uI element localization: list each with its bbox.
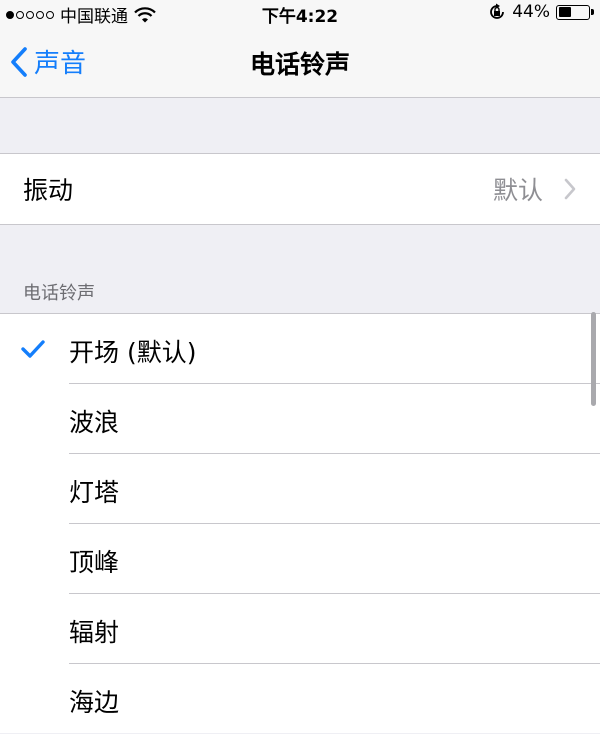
status-left: 中国联通 (6, 2, 156, 27)
signal-dot (46, 10, 54, 19)
signal-dot (26, 10, 34, 19)
page-title: 电话铃声 (249, 50, 350, 79)
carrier-name: 中国联通 (60, 7, 128, 27)
ringtone-name: 波浪 (69, 408, 120, 437)
navigation-bar: 声音 电话铃声 (0, 26, 600, 98)
signal-dot (16, 10, 24, 19)
list-item[interactable]: 辐射 (0, 594, 600, 664)
ringtones-section-header: 电话铃声 (23, 283, 95, 304)
ringtone-list: 开场 (默认) 波浪 灯塔 顶峰 辐射 海边 (0, 313, 600, 733)
vibration-value: 默认 (492, 176, 543, 205)
battery-level (558, 7, 571, 17)
signal-dot (36, 10, 44, 19)
chevron-right-icon (564, 178, 576, 200)
rotation-lock-icon (490, 3, 505, 19)
list-item[interactable]: 开场 (默认) (0, 314, 600, 384)
list-item[interactable]: 波浪 (0, 384, 600, 454)
signal-strength-icon (6, 10, 54, 19)
list-item[interactable]: 顶峰 (0, 524, 600, 594)
ringtone-name: 顶峰 (69, 548, 120, 577)
battery-icon (556, 4, 594, 20)
vibration-label: 振动 (23, 176, 74, 205)
ringtone-name: 开场 (默认) (69, 338, 197, 367)
checkmark-icon (21, 340, 45, 358)
status-bar: 中国联通 下午4:22 44% (0, 0, 600, 27)
status-right: 44% (488, 2, 594, 22)
ringtone-name: 灯塔 (69, 478, 120, 507)
vibration-group: 振动 默认 (0, 153, 600, 225)
vibration-row[interactable]: 振动 默认 (0, 154, 600, 224)
scrollbar[interactable] (591, 312, 596, 406)
list-item[interactable]: 海边 (0, 664, 600, 734)
ringtone-name: 海边 (69, 688, 120, 717)
wifi-icon (134, 6, 156, 22)
ringtone-name: 辐射 (69, 618, 120, 647)
battery-percent: 44% (512, 2, 550, 22)
list-item[interactable]: 灯塔 (0, 454, 600, 524)
signal-dot (6, 10, 14, 19)
